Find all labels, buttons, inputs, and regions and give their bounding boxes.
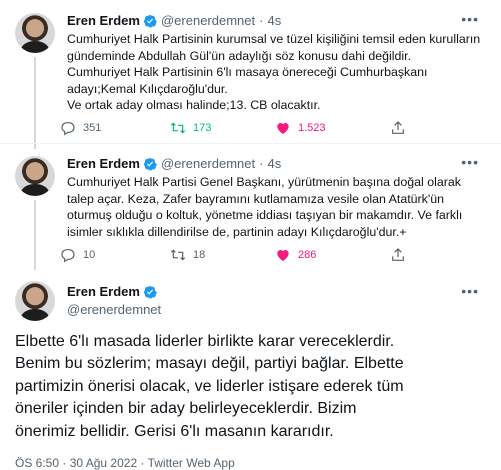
divider — [0, 143, 501, 144]
tweet-line: partimizin önerisi olacak, ve liderler i… — [15, 377, 404, 395]
tweet-1[interactable]: Eren Erdem @erenerdemnet · 4s ••• Cumhur… — [0, 11, 501, 149]
retweet-icon — [170, 249, 186, 261]
share-icon — [392, 248, 404, 261]
tweet-header: Eren Erdem @erenerdemnet · 4s — [67, 13, 281, 28]
more-icon[interactable]: ••• — [461, 154, 479, 170]
tweet-timestamp[interactable]: ÖS 6:50 — [15, 456, 59, 470]
reply-icon — [61, 249, 75, 263]
avatar[interactable] — [15, 281, 55, 321]
tweet-header: Eren Erdem @erenerdemnet · 4s — [67, 156, 281, 171]
tweet-line: isimler sıklıkla dillendirilse de, parti… — [67, 224, 407, 239]
retweet-count: 173 — [193, 122, 212, 134]
dot-separator: · — [259, 13, 264, 28]
avatar[interactable] — [15, 156, 55, 196]
more-icon[interactable]: ••• — [461, 283, 479, 299]
author-name[interactable]: Eren Erdem — [67, 13, 140, 28]
like-count: 286 — [298, 249, 317, 261]
tweet-text: Cumhuriyet Halk Partisi Genel Başkanı, y… — [67, 174, 487, 240]
tweet-line: Cumhuriyet Halk Partisinin 6'lı masaya ö… — [67, 65, 428, 79]
author-handle[interactable]: @erenerdemnet — [67, 302, 161, 317]
author-name[interactable]: Eren Erdem — [67, 284, 140, 299]
retweet-button[interactable]: 173 — [170, 120, 211, 136]
verified-badge-icon — [143, 14, 157, 28]
tweet-header: Eren Erdem @erenerdemnet — [67, 284, 161, 317]
tweet-actions: 10 18 286 — [60, 247, 480, 265]
like-button[interactable]: 1.523 — [275, 120, 326, 136]
tweet-actions: 351 173 1.523 — [60, 120, 480, 138]
tweet-line: talep açar. Keza, Zafer bayramını kutlam… — [67, 191, 445, 206]
tweet-time[interactable]: 4s — [267, 13, 281, 28]
heart-icon — [277, 123, 289, 134]
tweet-line: Cumhuriyet Halk Partisi Genel Başkanı, y… — [67, 175, 461, 189]
tweet-date[interactable]: 30 Ağu 2022 — [70, 456, 137, 470]
tweet-line: öneriler içinden bir aday belirleyecekle… — [15, 400, 357, 418]
retweet-icon — [170, 122, 186, 134]
tweet-line: Ve ortak aday olması halinde;13. CB olac… — [67, 98, 321, 112]
retweet-count: 18 — [193, 249, 206, 261]
tweet-source[interactable]: Twitter Web App — [148, 456, 235, 470]
thread-line — [34, 57, 36, 149]
author-handle[interactable]: @erenerdemnet — [161, 156, 255, 171]
tweet-line: adayı;Kemal Kılıçdaroğlu'dur. — [67, 81, 228, 96]
avatar[interactable] — [15, 13, 55, 53]
share-icon — [392, 121, 404, 134]
reply-button[interactable]: 10 — [60, 247, 95, 263]
tweet-line: Benim bu sözlerim; masayı değil, partiyi… — [15, 355, 404, 373]
more-icon[interactable]: ••• — [461, 11, 479, 27]
tweet-time[interactable]: 4s — [267, 156, 281, 171]
tweet-2[interactable]: Eren Erdem @erenerdemnet · 4s ••• Cumhur… — [0, 154, 501, 270]
author-name[interactable]: Eren Erdem — [67, 156, 140, 171]
like-button[interactable]: 286 — [275, 247, 316, 263]
tweet-line: Elbette 6'lı masada liderler birlikte ka… — [15, 333, 395, 350]
dot-separator: · — [140, 456, 145, 470]
tweet-line: oturmuş olduğu o koltuk, yönetme iddiası… — [67, 208, 463, 222]
verified-badge-icon — [143, 285, 157, 299]
tweet-line: önerimiz bellidir. Gerisi 6'lı masanın k… — [15, 422, 334, 440]
dot-separator: · — [62, 456, 67, 470]
tweet-meta: ÖS 6:50 · 30 Ağu 2022 · Twitter Web App — [15, 456, 235, 470]
dot-separator: · — [259, 156, 264, 171]
heart-icon — [277, 250, 289, 261]
like-count: 1.523 — [298, 122, 326, 134]
verified-badge-icon — [143, 157, 157, 171]
thread-line — [34, 200, 36, 270]
retweet-button[interactable]: 18 — [170, 247, 205, 263]
tweet-line: Cumhuriyet Halk Partisinin kurumsal ve t… — [67, 32, 481, 46]
reply-count: 351 — [83, 122, 102, 134]
reply-count: 10 — [83, 249, 96, 261]
reply-icon — [61, 122, 75, 136]
tweet-line: gündeminde Abdullah Gül'ün adaylığı söz … — [67, 48, 412, 63]
main-tweet-text: Elbette 6'lı masada liderler birlikte ka… — [15, 331, 495, 443]
tweet-text: Cumhuriyet Halk Partisinin kurumsal ve t… — [67, 31, 487, 114]
author-handle[interactable]: @erenerdemnet — [161, 13, 255, 28]
reply-button[interactable]: 351 — [60, 120, 101, 136]
share-button[interactable] — [390, 120, 406, 136]
share-button[interactable] — [390, 247, 406, 263]
